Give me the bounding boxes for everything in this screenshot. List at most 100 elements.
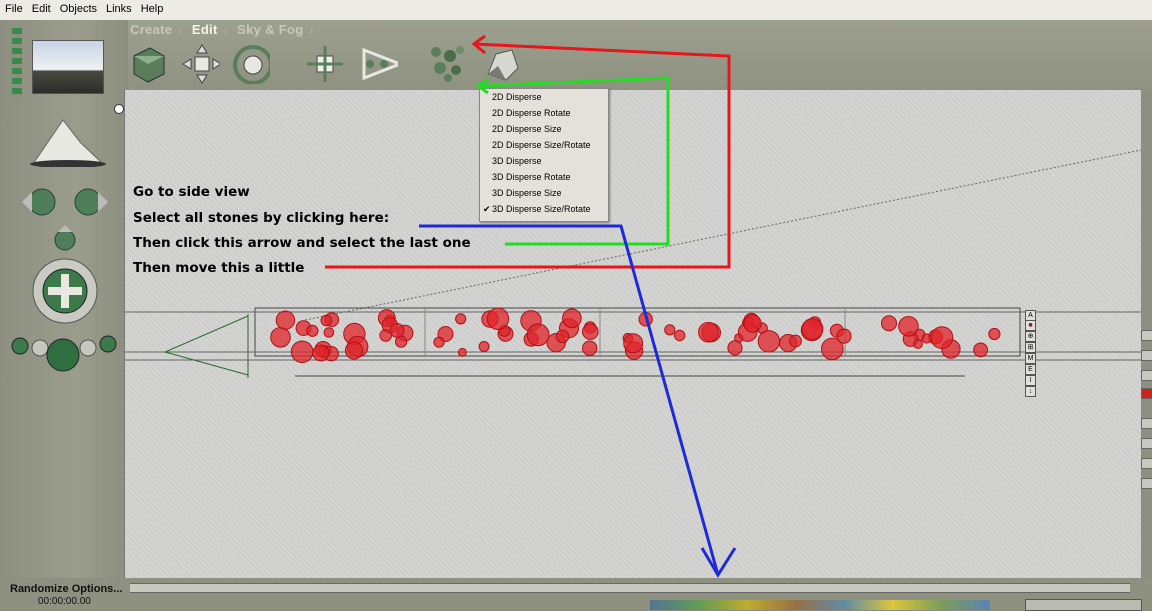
menu-item-2d-disperse-rotate[interactable]: 2D Disperse Rotate [480, 105, 608, 121]
tab-separator: › [309, 26, 314, 37]
menu-objects[interactable]: Objects [55, 0, 101, 15]
mountain-icon[interactable] [28, 112, 108, 167]
tab-sky-fog[interactable]: Sky & Fog [237, 22, 303, 37]
view-button-link[interactable]: ⊕ [1025, 331, 1036, 342]
stone-object[interactable] [789, 334, 802, 348]
instruction-line-1: Go to side view [133, 184, 250, 200]
side-tool-button[interactable] [1141, 418, 1152, 429]
side-tool-button[interactable] [1141, 388, 1152, 399]
stone-object[interactable] [836, 328, 852, 344]
cube-icon[interactable] [130, 44, 168, 84]
stone-object[interactable] [290, 340, 314, 364]
stone-object[interactable] [674, 329, 686, 342]
stone-object[interactable] [555, 329, 570, 344]
sphere-icon[interactable] [10, 325, 120, 385]
instruction-line-3: Then click this arrow and select the las… [133, 235, 471, 251]
stone-object[interactable] [275, 310, 296, 330]
stone-object[interactable] [881, 315, 897, 332]
move-icon[interactable] [182, 44, 220, 84]
stone-object[interactable] [457, 347, 467, 357]
stone-object[interactable] [913, 339, 923, 349]
stone-object[interactable] [582, 323, 599, 340]
stone-object[interactable] [582, 340, 598, 356]
side-tool-button[interactable] [1141, 458, 1152, 469]
view-button-color[interactable]: ■ [1025, 320, 1036, 331]
stone-object[interactable] [562, 308, 582, 329]
left-control-panel [0, 20, 128, 610]
3d-viewport[interactable] [124, 90, 1141, 580]
menu-item-3d-disperse-size-rotate[interactable]: ✔ 3D Disperse Size/Rotate [480, 201, 608, 217]
stone-object[interactable] [379, 329, 393, 342]
scene-wireframe [125, 149, 1141, 378]
side-tool-button[interactable] [1141, 438, 1152, 449]
stone-object[interactable] [727, 340, 743, 356]
timeline-track[interactable] [130, 583, 1130, 593]
stone-object[interactable] [389, 323, 405, 338]
stone-object[interactable] [312, 344, 330, 362]
side-tool-button[interactable] [1141, 370, 1152, 381]
stone-object[interactable] [664, 324, 676, 336]
view-button-down[interactable]: ↓ [1025, 386, 1036, 397]
menu-item-2d-disperse-size[interactable]: 2D Disperse Size [480, 121, 608, 137]
stone-object[interactable] [921, 333, 932, 344]
menu-edit[interactable]: Edit [27, 0, 55, 15]
view-button-i[interactable]: I [1025, 375, 1036, 386]
stone-object[interactable] [743, 314, 762, 333]
stone-object[interactable] [486, 307, 510, 331]
menu-links[interactable]: Links [101, 0, 136, 15]
scale-icon[interactable] [305, 44, 343, 84]
view-button-e[interactable]: E [1025, 364, 1036, 375]
menu-item-3d-disperse-size[interactable]: 3D Disperse Size [480, 185, 608, 201]
status-label: Randomize Options... [10, 583, 123, 595]
stone-object[interactable] [320, 314, 333, 327]
stone-object[interactable] [526, 323, 550, 347]
side-tool-button[interactable] [1141, 330, 1152, 341]
timecode: 00:00:00.00 [38, 596, 91, 607]
menu-item-2d-disperse[interactable]: 2D Disperse [480, 89, 608, 105]
layer-slider[interactable] [12, 28, 22, 98]
stone-object[interactable] [973, 342, 988, 358]
view-button-group[interactable]: ⊞ [1025, 342, 1036, 353]
menu-bar: File Edit Objects Links Help [0, 0, 1152, 21]
menu-item-3d-disperse[interactable]: 3D Disperse [480, 153, 608, 169]
side-tool-button[interactable] [1141, 478, 1152, 489]
stone-object[interactable] [623, 333, 644, 354]
stone-object[interactable] [306, 324, 319, 337]
instruction-line-2: Select all stones by clicking here: [133, 210, 390, 226]
object-icon-strip[interactable] [650, 600, 990, 610]
check-icon: ✔ [483, 204, 491, 214]
menu-item-2d-disperse-size-rotate[interactable]: 2D Disperse Size/Rotate [480, 137, 608, 153]
stone-object[interactable] [478, 341, 490, 352]
trackball-icon[interactable] [30, 256, 100, 326]
radio-button[interactable] [114, 104, 124, 114]
stone-object[interactable] [988, 327, 1001, 341]
menu-help[interactable]: Help [136, 0, 168, 15]
menu-item-3d-disperse-rotate[interactable]: 3D Disperse Rotate [480, 169, 608, 185]
disperse-icon[interactable] [428, 44, 466, 84]
tab-separator: › [223, 26, 228, 37]
stone-object[interactable] [344, 341, 364, 360]
disperse-options-menu: 2D Disperse 2D Disperse Rotate 2D Disper… [479, 88, 609, 222]
rotate-icon[interactable] [232, 44, 270, 84]
view-button-m[interactable]: M [1025, 353, 1036, 364]
stone-object[interactable] [270, 327, 291, 348]
camera-move-icon[interactable] [18, 180, 114, 260]
side-tool-button[interactable] [1141, 350, 1152, 361]
sky-preview-icon[interactable] [32, 40, 104, 94]
stone-object[interactable] [801, 318, 824, 340]
playback-controls[interactable] [1025, 599, 1142, 611]
tab-create[interactable]: Create [130, 22, 172, 37]
stone-object[interactable] [323, 327, 335, 338]
tab-edit[interactable]: Edit [192, 22, 218, 37]
stone-object[interactable] [757, 330, 781, 353]
stone-object[interactable] [433, 336, 445, 348]
stone-object[interactable] [930, 326, 954, 350]
menu-file[interactable]: File [0, 0, 27, 15]
rock-icon[interactable] [482, 44, 520, 84]
stone-object[interactable] [455, 313, 467, 325]
stone-object[interactable] [898, 316, 919, 337]
link-icon[interactable] [360, 44, 398, 84]
stone-object[interactable] [698, 321, 719, 343]
mode-tabs: Create › Edit › Sky & Fog › [130, 22, 319, 37]
stone-object[interactable] [638, 312, 653, 327]
